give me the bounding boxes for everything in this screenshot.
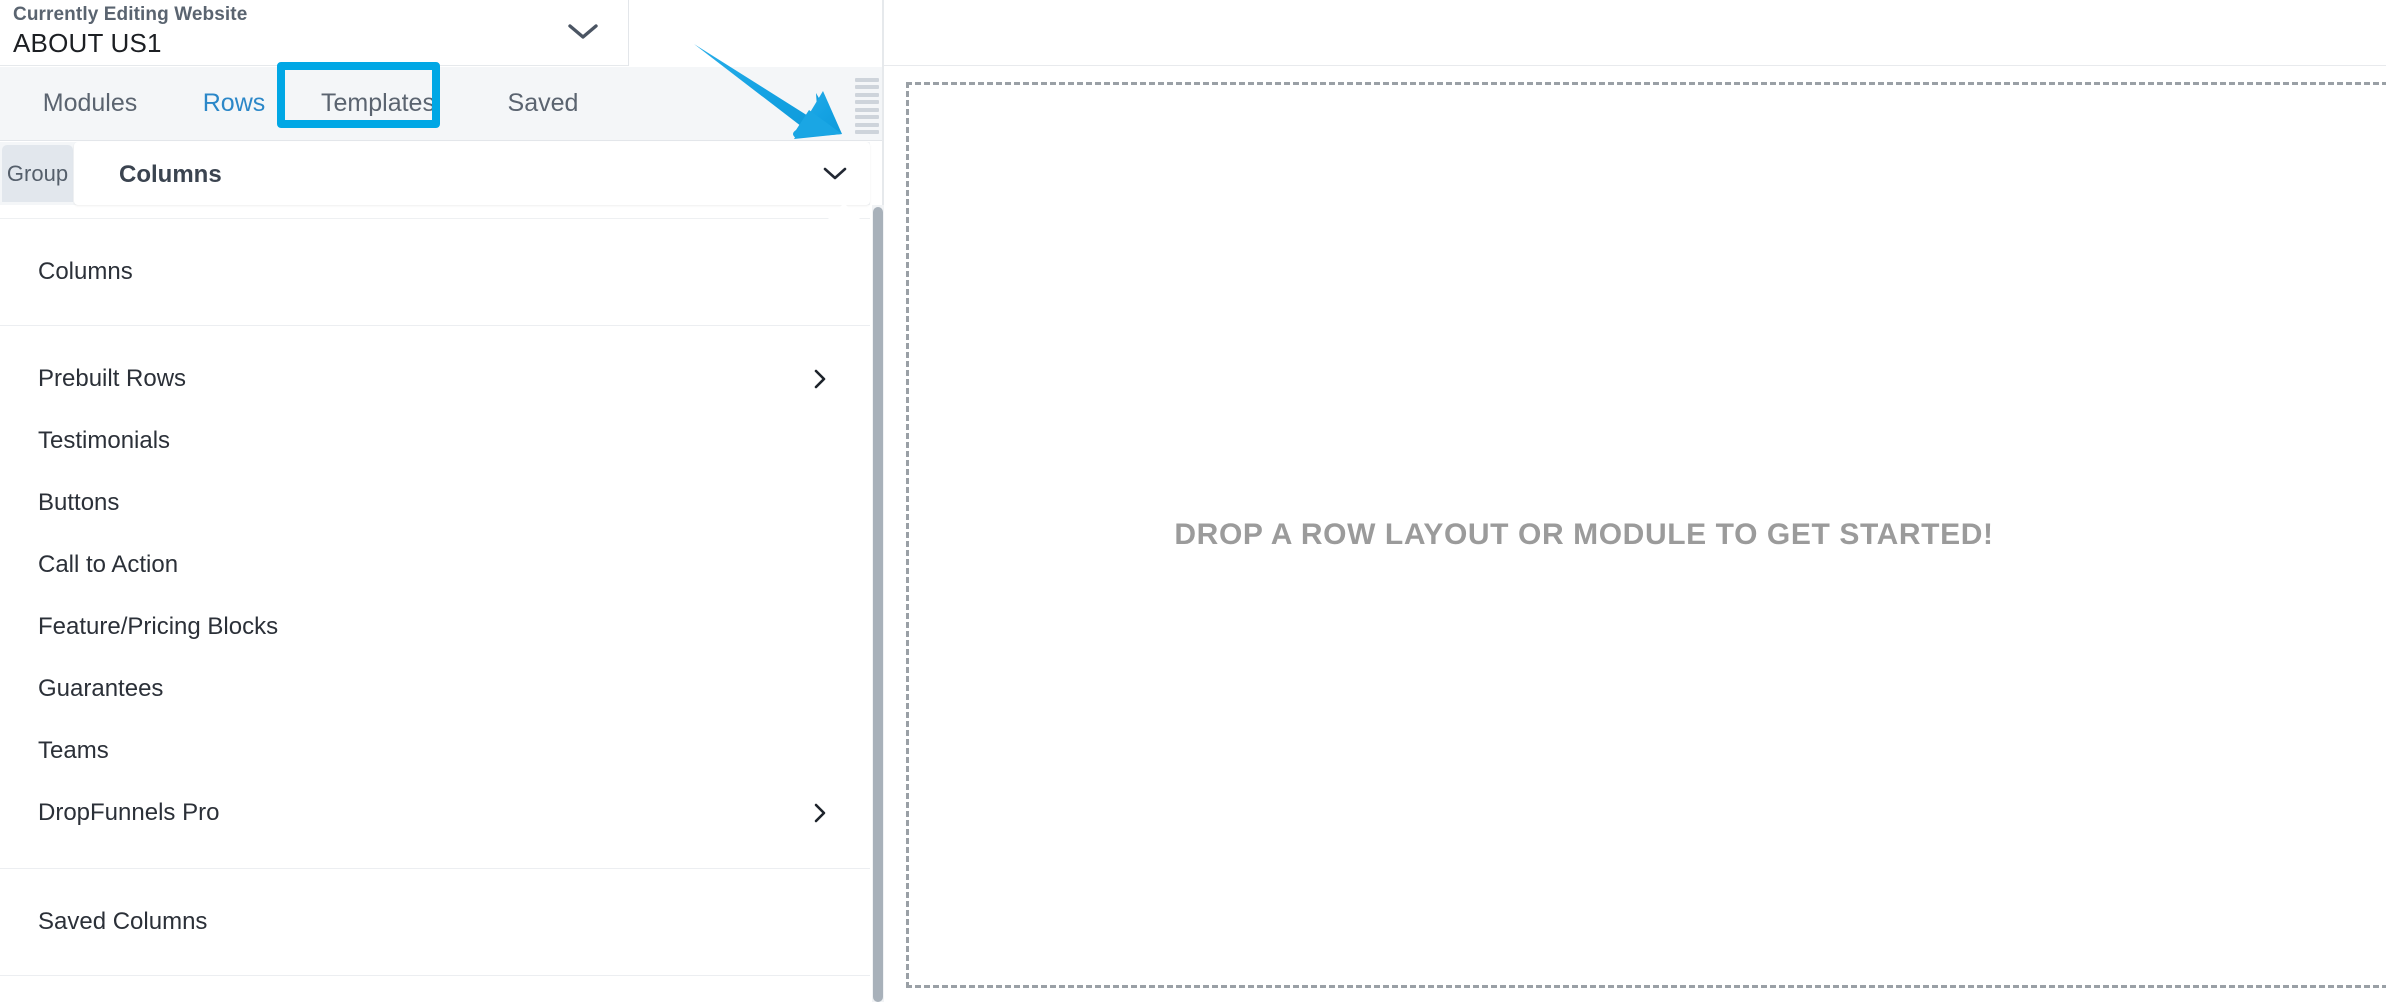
dropdown-item-label: Feature/Pricing Blocks: [38, 613, 279, 640]
dropdown-item-label: Saved Columns: [38, 908, 208, 935]
dropdown-item-label: Call to Action: [38, 551, 179, 578]
dropdown-item-label: Columns: [38, 258, 133, 285]
dropdown-group-columns: Columns: [0, 219, 870, 326]
dropzone-message: DROP A ROW LAYOUT OR MODULE TO GET START…: [1174, 518, 1994, 551]
dropdown-item-guarantees[interactable]: Guarantees: [0, 658, 870, 720]
group-button[interactable]: Group: [2, 145, 73, 202]
tab-templates[interactable]: Templates: [288, 67, 468, 140]
dropdown-group-rows: Prebuilt Rows Testimonials Buttons Call …: [0, 326, 870, 869]
dropdown-group-saved-columns: Saved Columns: [0, 869, 870, 976]
chevron-right-icon: [812, 802, 828, 824]
dropdown-item-saved-columns[interactable]: Saved Columns: [0, 891, 870, 953]
dropdown-item-saved-rows[interactable]: Saved Rows: [0, 998, 870, 1002]
panel-scrollbar-thumb[interactable]: [873, 207, 883, 1002]
drag-handle-icon[interactable]: [855, 78, 879, 134]
dropdown-item-teams[interactable]: Teams: [0, 720, 870, 782]
dropdown-item-label: Prebuilt Rows: [38, 365, 187, 392]
dropdown-item-label: Guarantees: [38, 675, 164, 702]
current-site-name: ABOUT US1: [13, 28, 162, 58]
chevron-right-icon: [812, 368, 828, 390]
group-select[interactable]: Columns: [74, 142, 870, 205]
page-canvas: DROP A ROW LAYOUT OR MODULE TO GET START…: [884, 0, 2386, 1002]
dropdown-item-columns[interactable]: Columns: [0, 241, 870, 303]
tab-rows[interactable]: Rows: [180, 67, 288, 140]
group-select-row: Group Columns: [0, 142, 870, 205]
panel-header: Currently Editing Website ABOUT US1: [0, 0, 628, 66]
tab-modules-label: Modules: [42, 89, 138, 117]
dropdown-item-label: Teams: [38, 737, 109, 764]
dropdown-item-label: Buttons: [38, 489, 120, 516]
dropdown-item-testimonials[interactable]: Testimonials: [0, 410, 870, 472]
dropdown-item-prebuilt-rows[interactable]: Prebuilt Rows: [0, 348, 870, 410]
dropdown-item-buttons[interactable]: Buttons: [0, 472, 870, 534]
currently-editing-label: Currently Editing Website: [13, 4, 248, 25]
tab-templates-label: Templates: [321, 89, 435, 117]
dropdown-item-feature-pricing-blocks[interactable]: Feature/Pricing Blocks: [0, 596, 870, 658]
group-select-value: Columns: [119, 161, 222, 188]
group-button-label: Group: [6, 160, 69, 186]
tab-saved-label: Saved: [507, 89, 579, 117]
header-right-blank: [629, 0, 884, 66]
app-root: Currently Editing Website ABOUT US1 Modu…: [0, 0, 2386, 1002]
group-dropdown-menu: Columns Prebuilt Rows Testimonials Butto…: [0, 218, 870, 1002]
chevron-down-icon: [822, 162, 848, 186]
chevron-down-icon[interactable]: [562, 11, 604, 53]
dropdown-item-label: DropFunnels Pro: [38, 799, 220, 826]
panel-tabbar: Modules Rows Templates Saved: [0, 67, 884, 141]
canvas-top-strip: [884, 0, 2386, 66]
dropdown-notch: [827, 203, 861, 220]
tab-rows-label: Rows: [202, 89, 266, 117]
empty-dropzone[interactable]: DROP A ROW LAYOUT OR MODULE TO GET START…: [906, 82, 2386, 988]
builder-panel: Currently Editing Website ABOUT US1 Modu…: [0, 0, 884, 1002]
dropdown-item-label: Testimonials: [38, 427, 171, 454]
tab-modules[interactable]: Modules: [0, 67, 180, 140]
dropdown-item-dropfunnels-pro[interactable]: DropFunnels Pro: [0, 782, 870, 844]
dropdown-group-saved-rows: Saved Rows: [0, 976, 870, 1002]
tab-saved[interactable]: Saved: [468, 67, 618, 140]
dropdown-item-call-to-action[interactable]: Call to Action: [0, 534, 870, 596]
